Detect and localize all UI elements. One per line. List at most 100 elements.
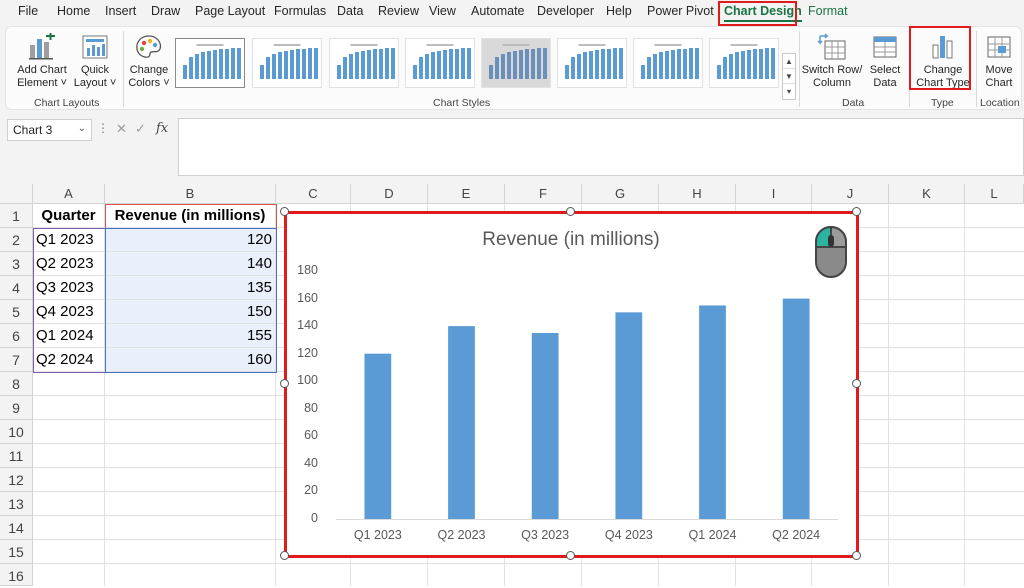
resize-handle[interactable] [566, 207, 575, 216]
resize-handle[interactable] [280, 379, 289, 388]
column-header-l[interactable]: L [965, 184, 1024, 204]
table-cell-quarter[interactable]: Q4 2023 [33, 300, 105, 324]
change-colors-button[interactable]: Change Colors ˅ [126, 33, 172, 90]
resize-handle[interactable] [852, 379, 861, 388]
row-header[interactable]: 9 [0, 396, 33, 420]
gallery-more-icon[interactable]: ▾ [783, 84, 795, 99]
chart-bar[interactable] [699, 305, 726, 519]
chart-style-thumbnail[interactable] [709, 38, 779, 88]
column-header-k[interactable]: K [889, 184, 965, 204]
row-header[interactable]: 15 [0, 540, 33, 564]
add-chart-element-button[interactable]: Add Chart Element ˅ [13, 33, 71, 90]
more-options-icon[interactable]: ⋮ [97, 121, 109, 135]
table-cell-quarter[interactable]: Q1 2023 [33, 228, 105, 252]
tab-data[interactable]: Data [337, 4, 363, 18]
tab-formulas[interactable]: Formulas [274, 4, 326, 18]
chart-object[interactable]: Revenue (in millions) 0 20 40 60 80 100 120 140… [285, 212, 857, 556]
name-box-dropdown-icon[interactable]: ⌄ [78, 123, 86, 134]
row-header[interactable]: 8 [0, 372, 33, 396]
chart-bar[interactable] [364, 353, 392, 519]
column-header-h[interactable]: H [659, 184, 736, 204]
row-header[interactable]: 7 [0, 348, 33, 372]
chart-style-thumbnail[interactable] [175, 38, 245, 88]
chart-bar[interactable] [782, 298, 810, 519]
column-header-d[interactable]: D [351, 184, 428, 204]
table-cell-quarter[interactable]: Q2 2024 [33, 348, 105, 372]
formula-input[interactable] [178, 118, 1024, 176]
tab-file[interactable]: File [18, 4, 38, 18]
tab-power-pivot[interactable]: Power Pivot [647, 4, 714, 18]
row-header[interactable]: 6 [0, 324, 33, 348]
column-header-b[interactable]: B [105, 184, 276, 204]
row-header[interactable]: 13 [0, 492, 33, 516]
tab-format[interactable]: Format [808, 4, 848, 18]
row-header[interactable]: 3 [0, 252, 33, 276]
chart-bar[interactable] [448, 326, 475, 519]
row-header[interactable]: 4 [0, 276, 33, 300]
column-header-i[interactable]: I [736, 184, 812, 204]
chart-style-thumbnail[interactable] [329, 38, 399, 88]
row-header[interactable]: 11 [0, 444, 33, 468]
chart-bar[interactable] [615, 312, 643, 519]
chart-style-thumbnail[interactable] [557, 38, 627, 88]
insert-function-icon[interactable]: fx [156, 121, 168, 136]
table-cell-revenue[interactable]: 155 [105, 324, 276, 348]
tab-review[interactable]: Review [378, 4, 419, 18]
column-header-g[interactable]: G [582, 184, 659, 204]
chart-style-thumbnail[interactable] [252, 38, 322, 88]
thumbnail-bar [272, 54, 276, 79]
tab-view[interactable]: View [429, 4, 456, 18]
resize-handle[interactable] [280, 207, 289, 216]
row-header[interactable]: 5 [0, 300, 33, 324]
column-header-f[interactable]: F [505, 184, 582, 204]
table-cell-revenue[interactable]: 140 [105, 252, 276, 276]
row-header[interactable]: 14 [0, 516, 33, 540]
row-header[interactable]: 2 [0, 228, 33, 252]
thumbnail-bar [741, 51, 745, 79]
select-data-button[interactable]: Select Data [865, 33, 905, 90]
table-cell-quarter[interactable]: Q3 2023 [33, 276, 105, 300]
name-box[interactable]: Chart 3 ⌄ [7, 119, 92, 141]
table-cell-revenue[interactable]: 160 [105, 348, 276, 372]
chart-style-thumbnail[interactable] [481, 38, 551, 88]
tab-home[interactable]: Home [57, 4, 90, 18]
quick-layout-button[interactable]: Quick Layout ˅ [72, 33, 118, 90]
chart-style-thumbnail[interactable] [405, 38, 475, 88]
chart-bar[interactable] [531, 333, 559, 519]
table-header-quarter[interactable]: Quarter [33, 204, 105, 228]
table-header-revenue[interactable]: Revenue (in millions) [105, 204, 276, 228]
chart-style-thumbnail[interactable] [633, 38, 703, 88]
resize-handle[interactable] [852, 207, 861, 216]
switch-row-column-button[interactable]: Switch Row/ Column [801, 33, 863, 90]
tab-draw[interactable]: Draw [151, 4, 180, 18]
cancel-icon[interactable]: ✕ [116, 121, 127, 137]
table-cell-quarter[interactable]: Q2 2023 [33, 252, 105, 276]
gallery-up-icon[interactable]: ▲ [783, 54, 795, 69]
resize-handle[interactable] [280, 551, 289, 560]
tab-automate[interactable]: Automate [471, 4, 525, 18]
column-header-c[interactable]: C [276, 184, 351, 204]
tab-help[interactable]: Help [606, 4, 632, 18]
resize-handle[interactable] [566, 551, 575, 560]
table-cell-quarter[interactable]: Q1 2024 [33, 324, 105, 348]
select-all-corner[interactable] [0, 184, 33, 204]
table-cell-revenue[interactable]: 120 [105, 228, 276, 252]
y-tick-label: 40 [304, 455, 318, 470]
thumbnail-bar [260, 65, 264, 79]
column-header-j[interactable]: J [812, 184, 889, 204]
column-header-e[interactable]: E [428, 184, 505, 204]
row-header[interactable]: 1 [0, 204, 33, 228]
column-header-a[interactable]: A [33, 184, 105, 204]
row-header[interactable]: 12 [0, 468, 33, 492]
table-cell-revenue[interactable]: 150 [105, 300, 276, 324]
gallery-down-icon[interactable]: ▼ [783, 69, 795, 84]
row-header[interactable]: 10 [0, 420, 33, 444]
tab-page-layout[interactable]: Page Layout [195, 4, 265, 18]
tab-insert[interactable]: Insert [105, 4, 136, 18]
tab-developer[interactable]: Developer [537, 4, 594, 18]
row-header[interactable]: 16 [0, 564, 33, 586]
enter-icon[interactable]: ✓ [135, 121, 146, 137]
resize-handle[interactable] [852, 551, 861, 560]
move-chart-button[interactable]: Move Chart [979, 33, 1019, 90]
table-cell-revenue[interactable]: 135 [105, 276, 276, 300]
